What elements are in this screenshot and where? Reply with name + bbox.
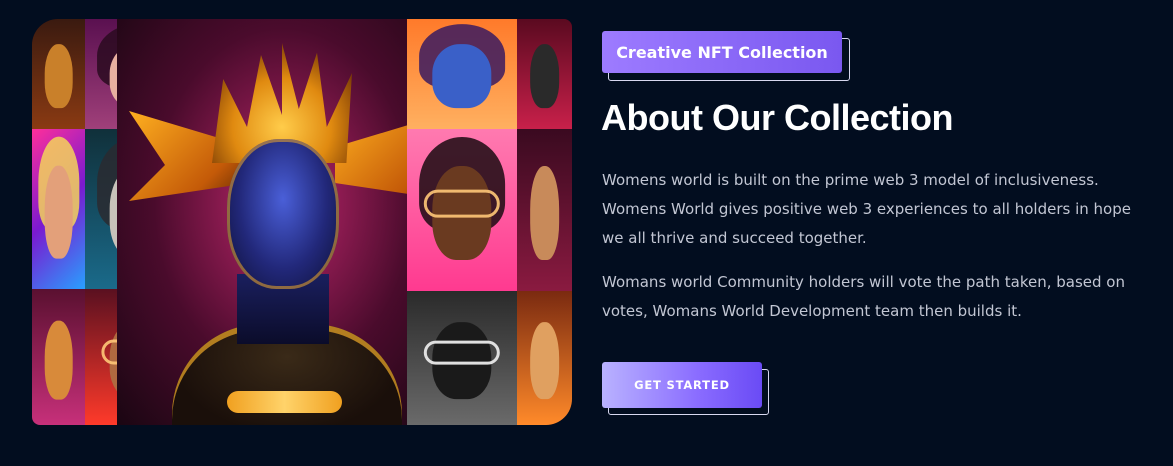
get-started-button[interactable]: GET STARTED [602,362,762,408]
collage-tile [407,19,517,129]
collage-tile [32,289,85,425]
collage-tile [517,19,572,129]
get-started-button-wrapper: GET STARTED [602,362,769,416]
collage-tile [32,129,85,289]
section-title: About Our Collection [601,97,953,138]
tag-label: Creative NFT Collection [602,31,842,73]
collage-tile [32,19,85,129]
collection-tag: Creative NFT Collection [602,31,850,81]
about-paragraph-2: Womans world Community holders will vote… [602,273,1125,320]
collage-tile [407,129,517,291]
nft-collage-image [32,19,572,425]
hero-portrait [117,19,455,425]
about-paragraph-1: Womens world is built on the prime web 3… [602,171,1131,247]
collage-tile [407,291,517,425]
collage-tile [517,129,572,291]
collage-tile [517,291,572,425]
